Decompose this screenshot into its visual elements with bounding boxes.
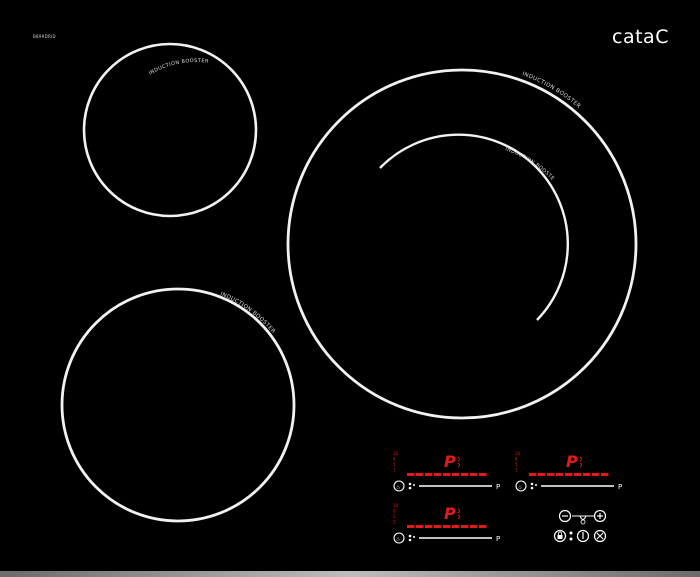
zone-timer-glyph-icon: ♨ [396, 485, 400, 491]
level-segment[interactable] [565, 473, 573, 476]
dot-icon [408, 482, 412, 486]
level-segment[interactable] [470, 525, 478, 528]
dot-icon [413, 484, 415, 486]
level-mark: 10 [393, 503, 399, 508]
level-mark: 10 [393, 451, 399, 456]
level-segment[interactable] [443, 525, 451, 528]
power-boost-label[interactable]: P [496, 483, 500, 491]
level-segment[interactable] [407, 473, 415, 476]
level-segment[interactable] [407, 525, 415, 528]
dot-icon [408, 486, 412, 490]
level-segment[interactable] [592, 473, 600, 476]
cooktop-glass: INDUCTION BOOSTER INDUCTION BOOSTER INDU… [0, 0, 700, 577]
level-segment[interactable] [416, 473, 424, 476]
power-boost-label[interactable]: P [618, 483, 622, 491]
logo-text: cata [612, 26, 656, 48]
level-mark: 10 [515, 451, 521, 456]
level-segment[interactable] [479, 473, 487, 476]
level-segment[interactable] [529, 473, 537, 476]
dot-icon [408, 534, 412, 538]
dot-icon [530, 482, 534, 486]
dot-icon [535, 484, 537, 486]
level-segment[interactable] [601, 473, 609, 476]
level-segment[interactable] [583, 473, 591, 476]
level-segment[interactable] [461, 473, 469, 476]
level-segment[interactable] [479, 525, 487, 528]
level-segment[interactable] [425, 473, 433, 476]
power-display: P [566, 452, 578, 471]
zone-timer-glyph-icon: ♨ [396, 537, 400, 543]
level-segment[interactable] [461, 525, 469, 528]
level-segment[interactable] [574, 473, 582, 476]
level-segment[interactable] [547, 473, 555, 476]
level-segment[interactable] [470, 473, 478, 476]
dot-icon [413, 536, 415, 538]
level-segment[interactable] [452, 473, 460, 476]
dot-icon [530, 486, 534, 490]
power-display: P [444, 452, 456, 471]
level-segment[interactable] [416, 525, 424, 528]
logo-c-icon: C [655, 26, 669, 48]
level-segment[interactable] [443, 473, 451, 476]
level-segment[interactable] [452, 525, 460, 528]
model-code: B899DRID [33, 34, 56, 39]
zone-timer-glyph-icon: ♨ [518, 485, 522, 491]
steel-frame-edge [0, 571, 700, 577]
power-boost-label[interactable]: P [496, 535, 500, 543]
level-segment[interactable] [538, 473, 546, 476]
level-segment[interactable] [556, 473, 564, 476]
level-segment[interactable] [434, 525, 442, 528]
level-segment[interactable] [425, 525, 433, 528]
dot-icon [408, 538, 412, 542]
power-display: P [444, 504, 456, 523]
cata-logo: cataC [612, 26, 669, 48]
level-segment[interactable] [434, 473, 442, 476]
